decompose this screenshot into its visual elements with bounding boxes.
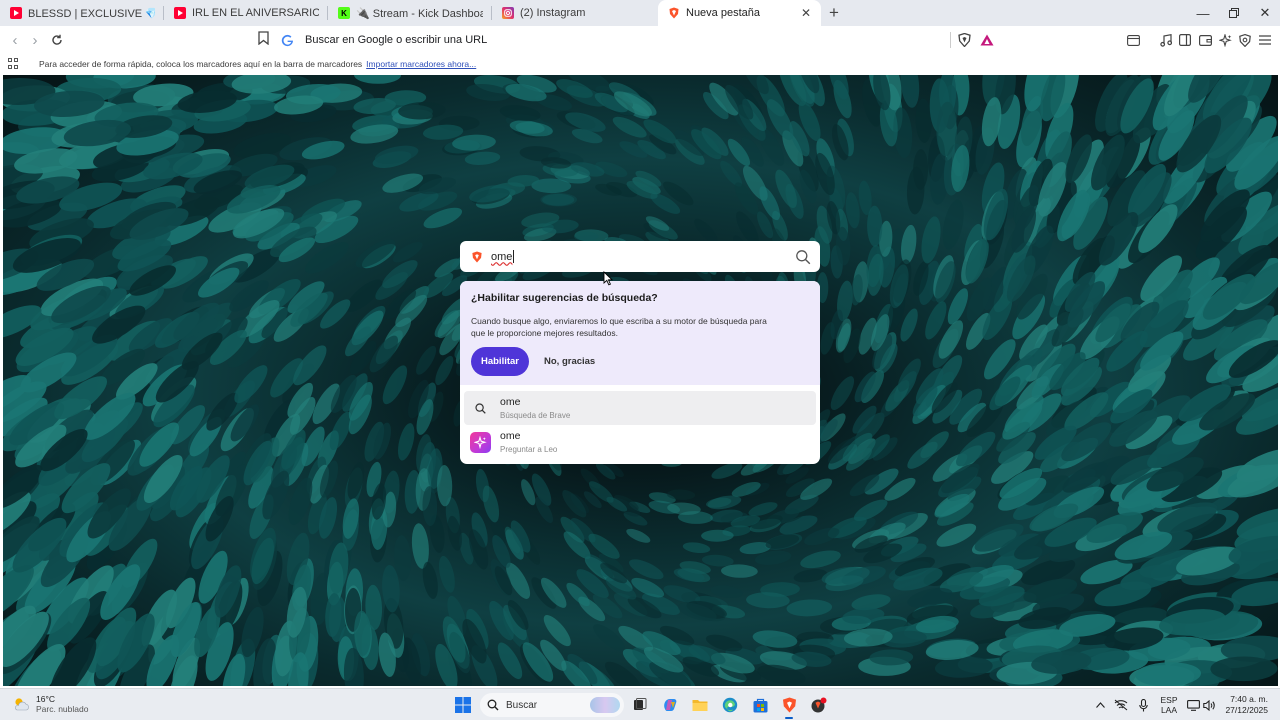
brave-taskbar-icon[interactable]	[779, 695, 799, 715]
search-suggestions-dropdown: ¿Habilitar sugerencias de búsqueda? Cuan…	[460, 281, 820, 464]
sidebar-icon[interactable]	[1176, 31, 1194, 49]
suggestion-text: ome	[500, 396, 521, 408]
reload-icon	[52, 34, 62, 45]
enable-suggestions-prompt: ¿Habilitar sugerencias de búsqueda? Cuan…	[460, 281, 820, 385]
edge-icon[interactable]	[720, 695, 740, 715]
microphone-icon[interactable]	[1136, 689, 1150, 720]
suggestion-ask-leo[interactable]: ome Preguntar a Leo	[460, 425, 820, 459]
import-bookmarks-link[interactable]: Importar marcadores ahora...	[366, 59, 476, 69]
brave-icon	[668, 7, 680, 19]
task-view-icon[interactable]	[630, 695, 650, 715]
bookmark-icon	[258, 31, 269, 46]
file-explorer-icon[interactable]	[690, 695, 710, 715]
apps-grid-icon[interactable]	[8, 58, 20, 70]
kick-icon: K	[338, 7, 350, 19]
suggestion-brave-search[interactable]: ome Búsqueda de Brave	[464, 391, 816, 425]
tab-strip: BLESSD | EXCLUSIVE 💎 - YouTube IRL EN EL…	[0, 0, 1280, 26]
minimize-button[interactable]: —	[1187, 0, 1219, 26]
weather-widget[interactable]: 16°C Parc. nublado	[12, 694, 88, 714]
instagram-icon	[502, 7, 514, 19]
search-highlight-icon	[590, 697, 620, 713]
mouse-cursor-icon	[603, 271, 613, 286]
network-offline-icon[interactable]	[1113, 689, 1129, 720]
bookmark-button[interactable]	[258, 31, 272, 47]
restore-button[interactable]	[1218, 0, 1250, 26]
brave-icon	[472, 250, 482, 263]
tab-title: IRL EN EL ANIVERSARIO DE DULCINE	[192, 7, 319, 19]
youtube-icon	[174, 7, 186, 19]
text-caret	[513, 250, 515, 263]
bookmarks-bar: Para acceder de forma rápida, coloca los…	[0, 54, 1280, 74]
close-tab-icon[interactable]: ✕	[799, 6, 813, 20]
leo-ai-icon[interactable]	[1216, 31, 1234, 49]
google-icon	[280, 33, 294, 47]
tab-kick-dashboard[interactable]: K 🔌 Stream - Kick Dashboard	[328, 0, 491, 26]
tab-youtube-blessd[interactable]: BLESSD | EXCLUSIVE 💎 - YouTube	[0, 0, 163, 26]
keyboard-layout: LAA	[1160, 705, 1178, 715]
address-bar-placeholder: Buscar en Google o escribir una URL	[305, 34, 488, 46]
toolbar: ‹ › Buscar en Google o escribir una URL	[0, 26, 1280, 54]
weather-temperature: 16°C	[36, 694, 55, 704]
suggestion-text: ome	[500, 430, 521, 442]
search-query[interactable]: ome	[491, 251, 512, 263]
taskbar-search[interactable]: Buscar	[480, 693, 624, 717]
windows-start-icon[interactable]	[453, 695, 473, 715]
active-app-indicator	[785, 717, 793, 719]
address-bar[interactable]: Buscar en Google o escribir una URL	[280, 29, 948, 51]
copilot-icon[interactable]	[660, 695, 680, 715]
search-icon[interactable]	[795, 249, 811, 265]
back-button[interactable]: ‹	[5, 29, 25, 51]
search-icon	[487, 699, 499, 711]
suggestion-source: Búsqueda de Brave	[500, 411, 571, 420]
taskbar: 16°C Parc. nublado Buscar ESP LAA 7:40 a…	[0, 688, 1280, 720]
youtube-icon	[10, 7, 22, 19]
weather-description: Parc. nublado	[36, 704, 89, 714]
language-code: ESP	[1160, 695, 1178, 705]
toolbar-divider	[950, 32, 951, 48]
volume-icon[interactable]	[1202, 689, 1216, 720]
enable-suggestions-button[interactable]: Habilitar	[471, 347, 529, 376]
partly-cloudy-icon	[15, 698, 29, 711]
close-window-button[interactable]: ✕	[1249, 0, 1280, 26]
forward-button[interactable]: ›	[25, 29, 45, 51]
tab-title: Nueva pestaña	[686, 7, 760, 19]
menu-icon[interactable]	[1256, 31, 1274, 49]
decline-suggestions-button[interactable]: No, gracias	[544, 356, 595, 367]
tab-title: 🔌 Stream - Kick Dashboard	[356, 7, 483, 20]
clock-time: 7:40 a. m.	[1230, 694, 1268, 704]
language-indicator[interactable]: ESP LAA	[1157, 689, 1181, 720]
leo-icon	[470, 431, 491, 453]
tab-youtube-irl[interactable]: IRL EN EL ANIVERSARIO DE DULCINE	[164, 0, 327, 26]
tab-new-tab[interactable]: Nueva pestaña ✕	[658, 0, 821, 26]
display-icon[interactable]	[1186, 689, 1200, 720]
tab-instagram[interactable]: (2) Instagram	[492, 0, 655, 26]
new-tab-button[interactable]: +	[821, 0, 847, 26]
tab-title: BLESSD | EXCLUSIVE 💎 - YouTube	[28, 7, 155, 20]
suggestion-source: Preguntar a Leo	[500, 445, 558, 454]
bookmarks-hint: Para acceder de forma rápida, coloca los…	[39, 59, 363, 69]
microsoft-store-icon[interactable]	[750, 695, 770, 715]
media-music-icon[interactable]	[1157, 31, 1175, 49]
system-clock[interactable]: 7:40 a. m. 27/12/2025	[1222, 689, 1268, 720]
search-box[interactable]: ome	[460, 241, 820, 272]
show-hidden-icons-button[interactable]	[1093, 689, 1107, 720]
brave-nightly-icon[interactable]	[808, 695, 828, 715]
reload-button[interactable]	[47, 29, 67, 51]
prompt-description: Cuando busque algo, enviaremos lo que es…	[471, 316, 767, 338]
brave-shields-icon[interactable]	[955, 31, 973, 49]
prompt-title: ¿Habilitar sugerencias de búsqueda?	[471, 292, 658, 304]
wallet-icon[interactable]	[1196, 31, 1214, 49]
tab-title: (2) Instagram	[520, 7, 586, 19]
tab-search-icon[interactable]	[1124, 31, 1142, 49]
taskbar-search-label: Buscar	[506, 699, 538, 711]
search-icon	[470, 398, 491, 419]
brave-rewards-icon[interactable]	[978, 31, 996, 49]
vpn-shield-icon[interactable]	[1236, 31, 1254, 49]
clock-date: 27/12/2025	[1225, 705, 1268, 715]
